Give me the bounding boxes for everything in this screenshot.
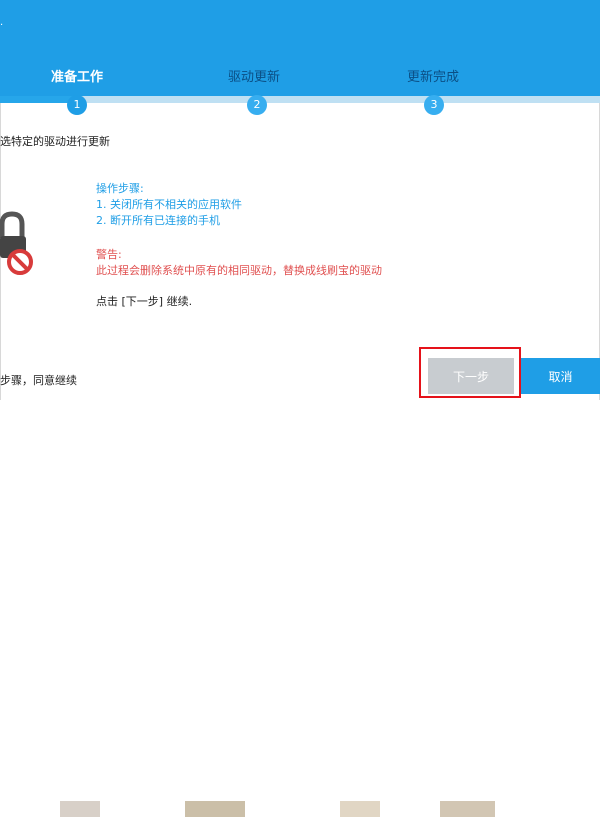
wizard-header: · 准备工作 驱动更新 更新完成 <box>0 0 600 96</box>
background-image-piece <box>340 801 380 817</box>
prohibited-icon <box>7 249 33 275</box>
driver-device-icon <box>0 211 33 275</box>
step-label-prepare: 准备工作 <box>51 70 104 85</box>
step-disconnect-phones: 2. 断开所有已连接的手机 <box>96 214 220 227</box>
intro-text: 选特定的驱动进行更新 <box>0 135 110 148</box>
step-label-update: 驱动更新 <box>228 70 281 85</box>
step-label-complete: 更新完成 <box>407 70 460 85</box>
step-circle-1: 1 <box>67 95 87 115</box>
next-button[interactable]: 下一步 <box>428 358 514 394</box>
continue-instruction: 点击 [下一步] 继续. <box>96 295 193 308</box>
cancel-button[interactable]: 取消 <box>521 358 600 394</box>
step-close-apps: 1. 关闭所有不相关的应用软件 <box>96 198 242 211</box>
step-circle-2: 2 <box>247 95 267 115</box>
agree-text: 步骤，同意继续 <box>0 374 77 387</box>
step-circle-3: 3 <box>424 95 444 115</box>
background-image-piece <box>440 801 495 817</box>
background-strip <box>0 400 600 817</box>
progress-track <box>0 96 600 103</box>
progress-fill <box>0 96 77 103</box>
steps-title: 操作步骤: <box>96 182 144 195</box>
background-image-piece <box>185 801 245 817</box>
background-image-piece <box>60 801 100 817</box>
warning-title: 警告: <box>96 248 122 261</box>
warning-text: 此过程会删除系统中原有的相同驱动，替换成线刷宝的驱动 <box>96 264 382 277</box>
header-glyph: · <box>0 20 4 31</box>
